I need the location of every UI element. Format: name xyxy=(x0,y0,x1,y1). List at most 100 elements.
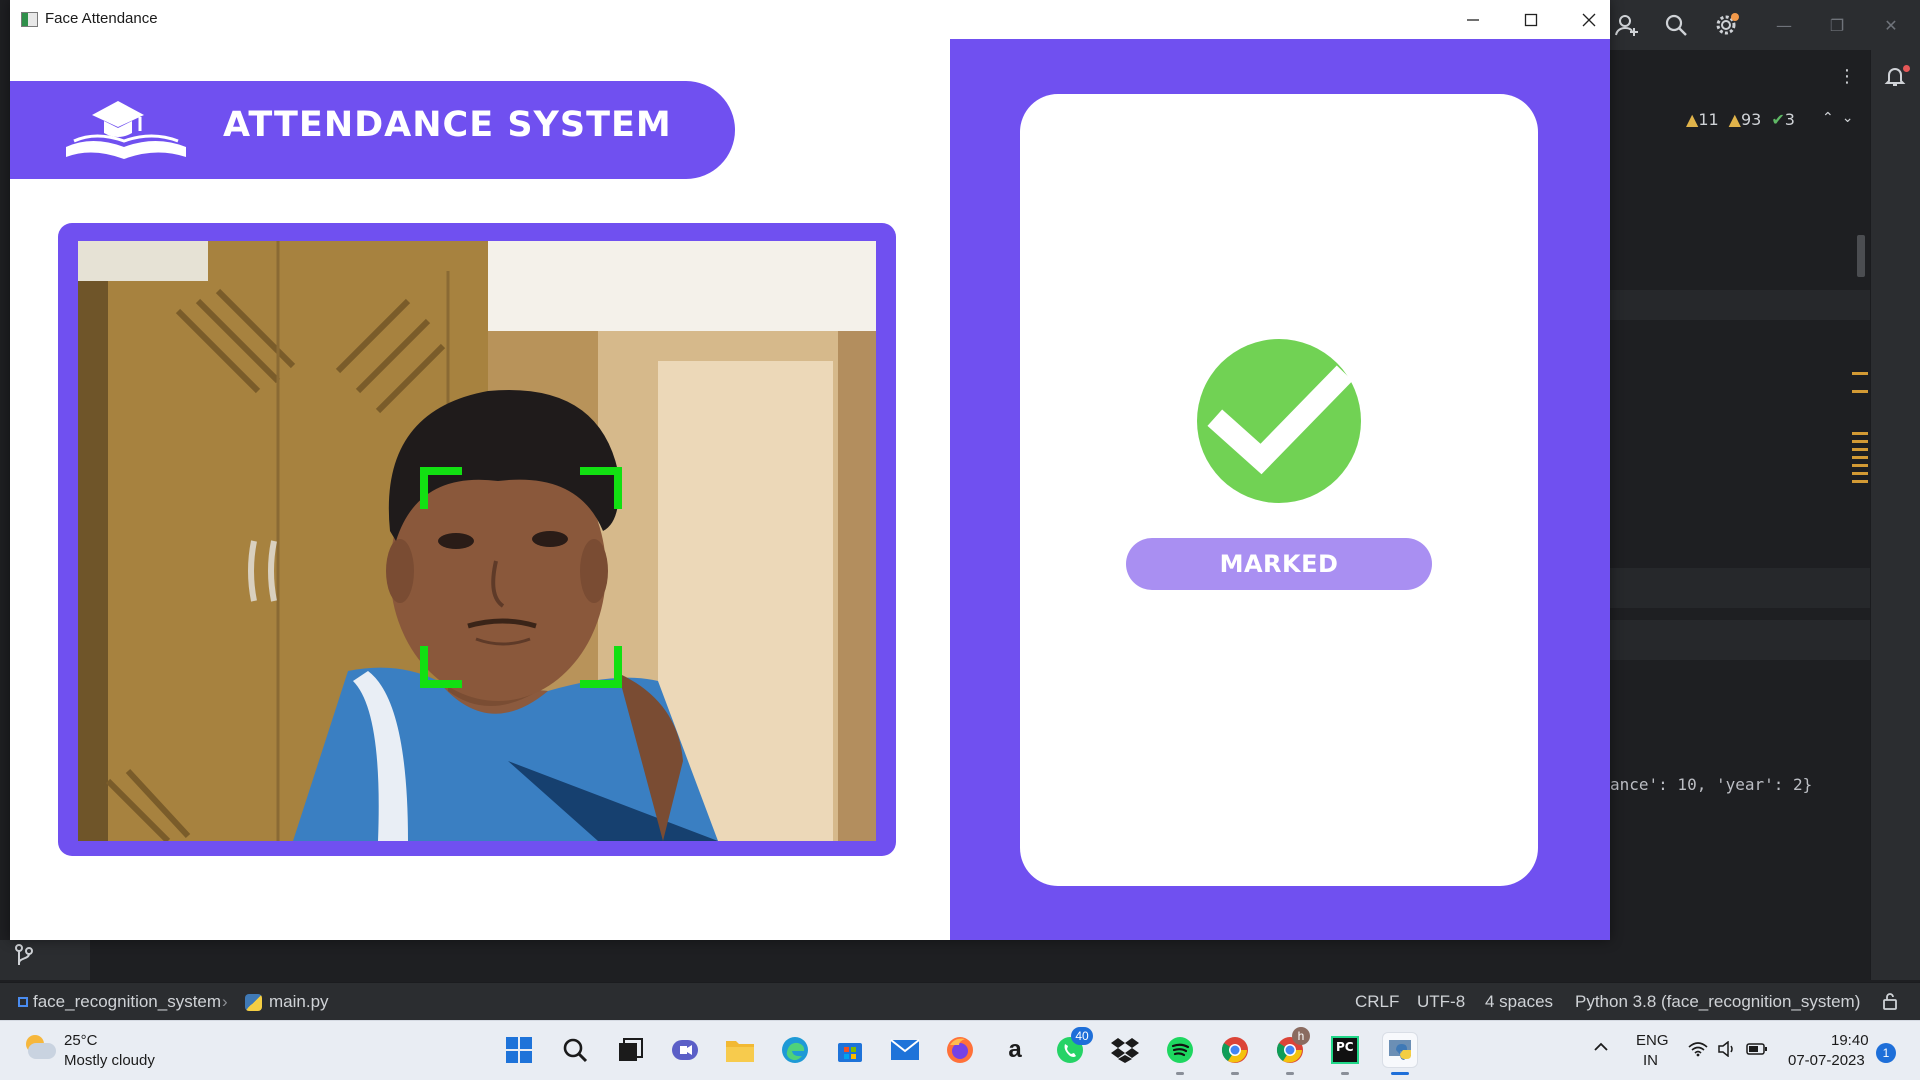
header-banner: ATTENDANCE SYSTEM xyxy=(10,81,735,179)
editor-band xyxy=(1610,620,1870,660)
pycharm-icon[interactable]: PC xyxy=(1327,1032,1363,1068)
edge-browser-icon[interactable] xyxy=(777,1032,813,1068)
language-label[interactable]: ENG xyxy=(1636,1032,1669,1049)
dropbox-icon[interactable] xyxy=(1107,1032,1143,1068)
prev-next-arrows[interactable]: ⌃⌄ xyxy=(1822,110,1861,126)
error-stripe-marker[interactable] xyxy=(1852,390,1868,393)
folder-icon[interactable] xyxy=(722,1032,758,1068)
error-stripe-marker[interactable] xyxy=(1852,440,1868,443)
windows-logo-icon[interactable] xyxy=(501,1032,537,1068)
app-icon xyxy=(21,12,38,27)
more-options-icon[interactable]: ⋮ xyxy=(1838,66,1856,87)
status-card: MARKED xyxy=(1020,94,1538,886)
running-indicator xyxy=(1286,1072,1294,1075)
task-view-icon[interactable] xyxy=(612,1032,648,1068)
ide-close-icon[interactable]: ✕ xyxy=(1879,14,1903,38)
windows-taskbar: 25°C Mostly cloudy a 40 h PC ENG IN 19:4… xyxy=(0,1020,1920,1080)
mail-icon[interactable] xyxy=(887,1032,923,1068)
minimize-button[interactable] xyxy=(1450,6,1496,34)
weak-warning-icon: ▲ xyxy=(1728,110,1741,129)
close-icon xyxy=(1582,13,1596,27)
ide-minimize-icon[interactable]: — xyxy=(1772,14,1796,38)
warnings-b-count: 93 xyxy=(1740,110,1762,129)
face-bracket-top-right xyxy=(580,467,622,509)
face-attendance-window: Face Attendance ATTENDANCE SYSTEM MARKED xyxy=(10,0,1610,940)
ide-titlebar xyxy=(1610,0,1920,50)
battery-icon[interactable] xyxy=(1746,1042,1768,1060)
add-user-icon[interactable] xyxy=(1614,12,1640,38)
close-button[interactable] xyxy=(1566,6,1612,34)
warning-icon: ▲ xyxy=(1686,110,1699,129)
warnings-a-count: 11 xyxy=(1698,110,1719,129)
editor-area[interactable] xyxy=(1610,50,1870,980)
camera-frame xyxy=(58,223,896,856)
breadcrumb-chevron-icon: › xyxy=(222,992,228,1011)
error-stripe-marker[interactable] xyxy=(1852,456,1868,459)
indent-setting[interactable]: 4 spaces xyxy=(1485,992,1553,1012)
firefox-icon[interactable] xyxy=(942,1032,978,1068)
taskbar-search-icon[interactable] xyxy=(557,1032,593,1068)
editor-band xyxy=(1610,568,1870,608)
lock-icon[interactable] xyxy=(1882,992,1898,1015)
running-indicator xyxy=(1231,1072,1239,1075)
wifi-icon[interactable] xyxy=(1688,1041,1708,1061)
minimize-icon xyxy=(1467,19,1479,21)
show-hidden-icons-icon[interactable] xyxy=(1593,1039,1609,1059)
video-chat-icon[interactable] xyxy=(667,1032,703,1068)
error-stripe-marker[interactable] xyxy=(1852,464,1868,467)
python-file-icon xyxy=(245,994,262,1011)
ide-restore-icon[interactable]: ❐ xyxy=(1825,14,1849,38)
notification-dot xyxy=(1903,65,1910,72)
weather-condition[interactable]: Mostly cloudy xyxy=(64,1052,155,1069)
editor-band xyxy=(1610,290,1870,320)
window-titlebar[interactable]: Face Attendance xyxy=(10,0,1610,39)
attendance-canvas: ATTENDANCE SYSTEM MARKED xyxy=(10,39,1610,940)
project-icon xyxy=(18,997,28,1007)
amazon-icon[interactable]: a xyxy=(997,1032,1033,1068)
graduation-cap-book-logo-icon xyxy=(62,95,192,165)
breadcrumb-file[interactable]: main.py xyxy=(269,992,329,1012)
error-stripe-marker[interactable] xyxy=(1852,480,1868,483)
store-icon[interactable] xyxy=(832,1032,868,1068)
face-bracket-bottom-left xyxy=(420,646,462,688)
error-stripe-marker[interactable] xyxy=(1852,432,1868,435)
running-indicator xyxy=(1341,1072,1349,1075)
line-ending[interactable]: CRLF xyxy=(1355,992,1399,1012)
error-stripe-marker[interactable] xyxy=(1852,472,1868,475)
ok-count: 3 xyxy=(1784,110,1795,129)
face-bracket-bottom-right xyxy=(580,646,622,688)
editor-scrollbar[interactable] xyxy=(1857,235,1865,277)
weather-cloudy-icon[interactable] xyxy=(22,1035,56,1061)
window-title: Face Attendance xyxy=(45,10,158,27)
chrome-icon[interactable] xyxy=(1217,1032,1253,1068)
volume-icon[interactable] xyxy=(1717,1040,1737,1061)
notification-count-badge[interactable]: 1 xyxy=(1876,1043,1896,1063)
weather-temperature[interactable]: 25°C xyxy=(64,1032,98,1049)
clock-time[interactable]: 19:40 xyxy=(1831,1032,1869,1049)
ide-statusbar: face_recognition_system › main.py CRLF U… xyxy=(0,982,1920,1020)
file-encoding[interactable]: UTF-8 xyxy=(1417,992,1465,1012)
error-stripe-marker[interactable] xyxy=(1852,372,1868,375)
maximize-button[interactable] xyxy=(1508,6,1554,34)
inspection-widget[interactable]: ▲11 ▲93 ✔3 xyxy=(1686,110,1795,129)
python-interpreter[interactable]: Python 3.8 (face_recognition_system) xyxy=(1575,992,1860,1012)
marked-status-badge: MARKED xyxy=(1126,538,1432,590)
face-bracket-top-left xyxy=(420,467,462,509)
left-panel: ATTENDANCE SYSTEM xyxy=(10,39,950,940)
ide-right-toolstrip xyxy=(1870,50,1920,980)
whatsapp-badge: 40 xyxy=(1071,1027,1093,1045)
check-icon: ✔ xyxy=(1771,110,1785,129)
breadcrumb-project[interactable]: face_recognition_system xyxy=(33,992,221,1012)
region-label[interactable]: IN xyxy=(1643,1052,1658,1069)
git-branch-icon[interactable] xyxy=(13,943,35,972)
pycharm-label: PC xyxy=(1331,1036,1359,1064)
search-icon[interactable] xyxy=(1663,12,1689,38)
error-stripe-marker[interactable] xyxy=(1852,448,1868,451)
maximize-icon xyxy=(1524,13,1538,27)
spotify-icon[interactable] xyxy=(1162,1032,1198,1068)
chrome-profile-badge: h xyxy=(1292,1027,1310,1045)
python-icon[interactable] xyxy=(1382,1032,1418,1068)
right-panel: MARKED xyxy=(950,39,1610,940)
running-indicator xyxy=(1176,1072,1184,1075)
clock-date[interactable]: 07-07-2023 xyxy=(1788,1052,1865,1069)
